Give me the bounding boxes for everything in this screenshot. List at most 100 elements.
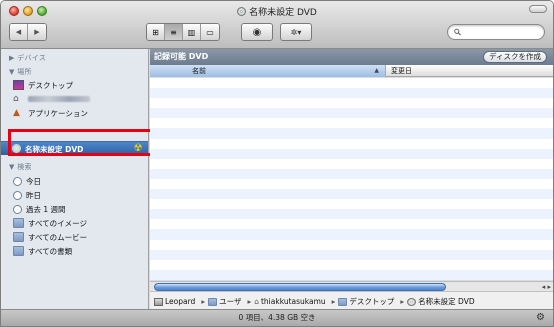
- window-title-text: 名称未設定 DVD: [249, 8, 317, 18]
- devices-header[interactable]: ▶ デバイス: [9, 53, 46, 63]
- path-item-dvd[interactable]: 名称未設定 DVD: [407, 296, 475, 307]
- sidebar-item-label: 昨日: [26, 190, 41, 200]
- sidebar-item-applications[interactable]: ▲ アプリケーション: [13, 107, 88, 119]
- dvd-icon: [237, 7, 247, 16]
- action-menu-button[interactable]: ✲▾: [280, 23, 312, 41]
- forward-button[interactable]: ▶: [28, 24, 46, 40]
- list-view-icon: ≡: [170, 27, 177, 37]
- list-row: [150, 108, 553, 119]
- list-row: [150, 259, 553, 270]
- status-bar: 0 項目、4.38 GB 空き ⚙: [1, 309, 553, 326]
- sidebar-item-label: すべてのムービー: [28, 232, 88, 242]
- search-input[interactable]: [464, 27, 544, 37]
- list-view-button[interactable]: ≡: [165, 24, 183, 40]
- sidebar-item-all-documents[interactable]: すべての書類: [13, 245, 72, 257]
- toolbar: 名称未設定 DVD ◀ ▶ ⊞ ≡ ▥ ▭ ◉ ✲▾: [1, 1, 553, 49]
- path-separator-icon: ▸: [400, 297, 405, 306]
- path-item-home[interactable]: ⌂ thiakkutasukamu: [254, 297, 325, 306]
- quicklook-button[interactable]: ◉: [241, 23, 273, 41]
- path-item-desktop[interactable]: デスクトップ: [338, 296, 394, 307]
- blurred-username: [28, 96, 90, 102]
- sidebar-item-label: すべてのイメージ: [28, 218, 88, 228]
- column-view-button[interactable]: ▥: [183, 24, 201, 40]
- list-row: [150, 168, 553, 179]
- column-view-icon: ▥: [187, 27, 196, 37]
- path-item-label: 名称未設定 DVD: [418, 297, 475, 306]
- back-button[interactable]: ◀: [10, 24, 28, 40]
- list-row: [150, 239, 553, 250]
- finder-window: 名称未設定 DVD ◀ ▶ ⊞ ≡ ▥ ▭ ◉ ✲▾ ▶ デバイス ▼ 場所 デ…: [0, 0, 554, 327]
- list-row: [150, 178, 553, 190]
- list-row: [150, 88, 553, 99]
- burn-header-label: 記録可能 DVD: [154, 52, 209, 61]
- coverflow-view-button[interactable]: ▭: [201, 24, 219, 40]
- desktop-icon: [13, 80, 24, 90]
- gear-icon[interactable]: ⚙: [536, 312, 545, 324]
- path-separator-icon: ▸: [247, 297, 252, 306]
- list-row: [150, 128, 553, 139]
- search-icon: [454, 28, 461, 36]
- path-bar: Leopard ▸ ユーザ ▸ ⌂ thiakkutasukamu ▸ デスクト…: [150, 291, 553, 311]
- path-item-volume[interactable]: Leopard: [154, 297, 195, 306]
- sidebar-item-label: アプリケーション: [28, 108, 88, 118]
- highlight-box: [8, 129, 160, 156]
- list-row: [150, 199, 553, 210]
- search-for-header[interactable]: ▼ 検索: [9, 162, 32, 172]
- path-item-users[interactable]: ユーザ: [208, 296, 241, 307]
- clock-icon: [13, 190, 22, 200]
- coverflow-view-icon: ▭: [206, 27, 214, 37]
- column-header-name[interactable]: 名前 ▲: [150, 65, 386, 77]
- search-field[interactable]: [447, 24, 545, 40]
- dvd-icon: [407, 297, 417, 306]
- home-icon: ⌂: [13, 94, 19, 104]
- horizontal-scrollbar[interactable]: ◂ ▸: [150, 281, 553, 291]
- eye-icon: ◉: [252, 26, 262, 38]
- clock-icon: [13, 176, 22, 186]
- list-row: [150, 158, 553, 169]
- burn-disc-button[interactable]: ディスクを作成: [483, 51, 547, 63]
- home-icon: ⌂: [254, 297, 259, 306]
- icon-view-button[interactable]: ⊞: [147, 24, 165, 40]
- list-row: [150, 229, 553, 240]
- sidebar-item-desktop[interactable]: デスクトップ: [13, 79, 73, 91]
- sidebar-item-yesterday[interactable]: 昨日: [13, 189, 41, 201]
- file-list[interactable]: [150, 78, 553, 280]
- applications-icon: ▲: [13, 108, 20, 118]
- list-row: [150, 219, 553, 230]
- sidebar-item-label: 今日: [26, 176, 41, 186]
- sidebar-item-label: 過去 1 週間: [26, 204, 66, 214]
- sidebar-item-home[interactable]: ⌂: [13, 93, 90, 105]
- path-separator-icon: ▸: [201, 297, 206, 306]
- list-row: [150, 138, 553, 149]
- list-row: [150, 78, 553, 89]
- list-row: [150, 249, 553, 260]
- sort-ascending-icon: ▲: [374, 67, 379, 74]
- list-row: [150, 148, 553, 159]
- column-header-date[interactable]: 変更日: [391, 65, 412, 77]
- hard-drive-icon: [154, 297, 163, 306]
- back-arrow-icon: ◀: [15, 28, 22, 36]
- toolbar-toggle-button[interactable]: [529, 5, 547, 13]
- folder-icon: [13, 218, 24, 228]
- sidebar-item-past-week[interactable]: 過去 1 週間: [13, 203, 66, 215]
- status-text: 0 項目、4.38 GB 空き: [238, 313, 316, 322]
- list-row: [150, 209, 553, 220]
- column-header: 名前 ▲ 変更日: [150, 65, 553, 77]
- places-header[interactable]: ▼ 場所: [9, 67, 32, 77]
- list-row: [150, 118, 553, 129]
- folder-icon: [338, 297, 348, 306]
- window-title: 名称未設定 DVD: [1, 5, 553, 18]
- path-item-label: デスクトップ: [349, 297, 395, 306]
- sidebar-item-today[interactable]: 今日: [13, 175, 41, 187]
- sidebar-item-all-movies[interactable]: すべてのムービー: [13, 231, 87, 243]
- sidebar-item-label: すべての書類: [28, 246, 73, 256]
- folder-icon: [13, 246, 24, 256]
- clock-icon: [13, 204, 22, 214]
- sidebar-item-all-images[interactable]: すべてのイメージ: [13, 217, 87, 229]
- folder-icon: [208, 297, 218, 306]
- path-item-label: Leopard: [165, 297, 196, 306]
- folder-icon: [13, 232, 24, 242]
- scroll-thumb[interactable]: [154, 283, 446, 291]
- list-row: [150, 98, 553, 109]
- view-mode-buttons: ⊞ ≡ ▥ ▭: [146, 23, 220, 41]
